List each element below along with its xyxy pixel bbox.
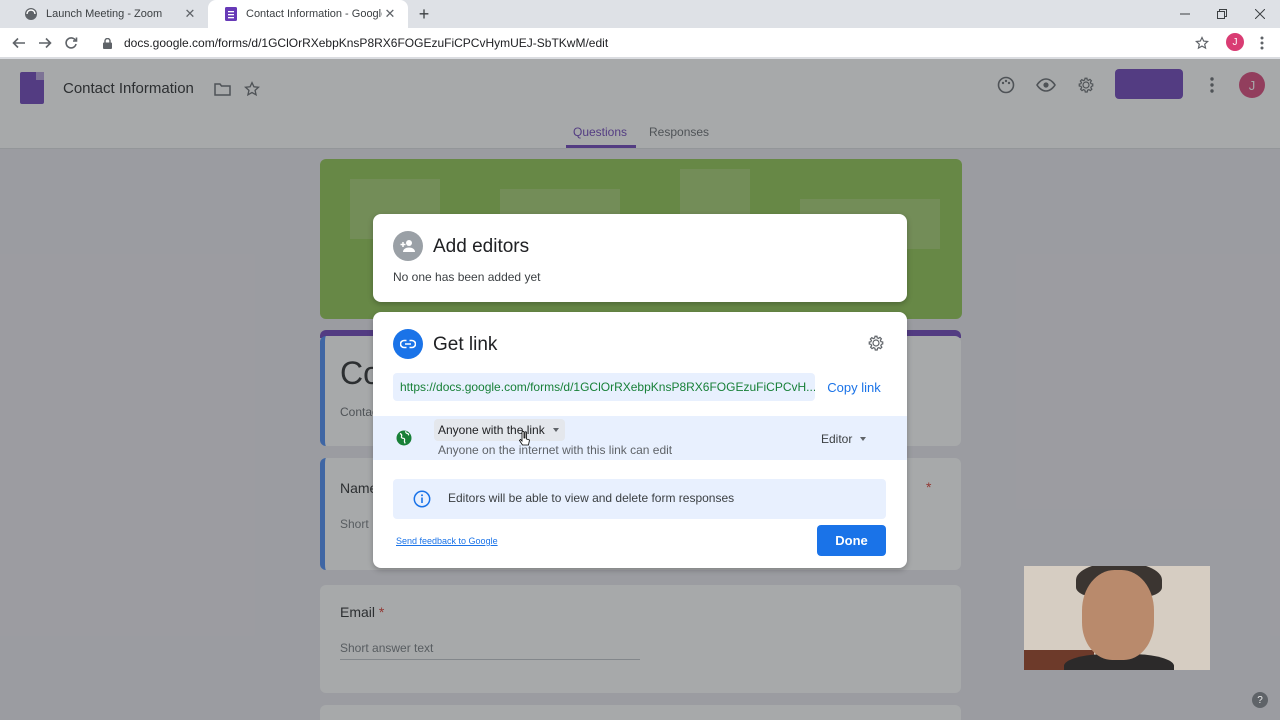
editor-info-banner: Editors will be able to view and delete … (393, 479, 886, 519)
browser-tab-zoom[interactable]: Launch Meeting - Zoom ✕ (8, 0, 208, 28)
info-icon (413, 490, 431, 508)
new-tab-button[interactable]: + (414, 4, 434, 24)
add-person-icon (393, 231, 423, 261)
forward-icon[interactable] (34, 32, 56, 54)
google-forms-icon (224, 7, 238, 21)
add-editors-panel[interactable]: Add editors No one has been added yet (373, 214, 907, 302)
lock-icon (98, 37, 116, 49)
reload-icon[interactable] (60, 32, 82, 54)
dropdown-caret-icon (860, 437, 867, 441)
browser-tab-strip: Launch Meeting - Zoom ✕ Contact Informat… (0, 0, 1280, 28)
share-link-field[interactable]: https://docs.google.com/forms/d/1GClOrRX… (393, 373, 815, 401)
browser-tab-forms[interactable]: Contact Information - Google Fo ✕ (208, 0, 408, 28)
editor-info-text: Editors will be able to view and delete … (448, 491, 735, 505)
get-link-panel: Get link https://docs.google.com/forms/d… (373, 312, 907, 568)
tab-title: Contact Information - Google Fo (246, 8, 382, 20)
sharing-settings-gear-icon[interactable] (862, 329, 890, 357)
role-label: Editor (821, 432, 853, 446)
mouse-cursor-icon (519, 431, 530, 446)
link-access-description: Anyone on the internet with this link ca… (438, 443, 673, 457)
link-access-dropdown[interactable]: Anyone with the link (434, 419, 565, 441)
globe-icon (396, 430, 412, 446)
link-access-row: Anyone with the link Anyone on the inter… (373, 416, 907, 460)
add-editors-title: Add editors (433, 236, 530, 257)
done-button[interactable]: Done (817, 525, 886, 556)
close-tab-icon[interactable]: ✕ (182, 6, 198, 22)
copy-link-button[interactable]: Copy link (819, 373, 889, 401)
webcam-video-overlay (1024, 566, 1210, 670)
browser-toolbar: docs.google.com/forms/d/1GClOrRXebpKnsP8… (0, 28, 1280, 58)
browser-menu-icon[interactable] (1251, 32, 1273, 54)
dropdown-caret-icon (552, 428, 559, 432)
minimize-icon[interactable] (1165, 0, 1205, 28)
restore-icon[interactable] (1202, 0, 1242, 28)
bookmark-star-icon[interactable] (1191, 32, 1213, 54)
link-icon (393, 329, 423, 359)
back-icon[interactable] (8, 32, 30, 54)
browser-profile-avatar[interactable]: J (1226, 33, 1244, 51)
url-text: docs.google.com/forms/d/1GClOrRXebpKnsP8… (124, 36, 609, 50)
get-link-title: Get link (433, 334, 498, 355)
help-icon[interactable]: ? (1252, 692, 1268, 708)
close-tab-icon[interactable]: ✕ (382, 6, 398, 22)
tab-title: Launch Meeting - Zoom (46, 8, 163, 20)
send-feedback-link[interactable]: Send feedback to Google (396, 536, 498, 546)
role-dropdown[interactable]: Editor (821, 429, 867, 449)
zoom-icon (24, 7, 38, 21)
close-window-icon[interactable] (1240, 0, 1280, 28)
address-bar[interactable]: docs.google.com/forms/d/1GClOrRXebpKnsP8… (90, 31, 1220, 55)
add-editors-subtitle: No one has been added yet (393, 270, 541, 284)
